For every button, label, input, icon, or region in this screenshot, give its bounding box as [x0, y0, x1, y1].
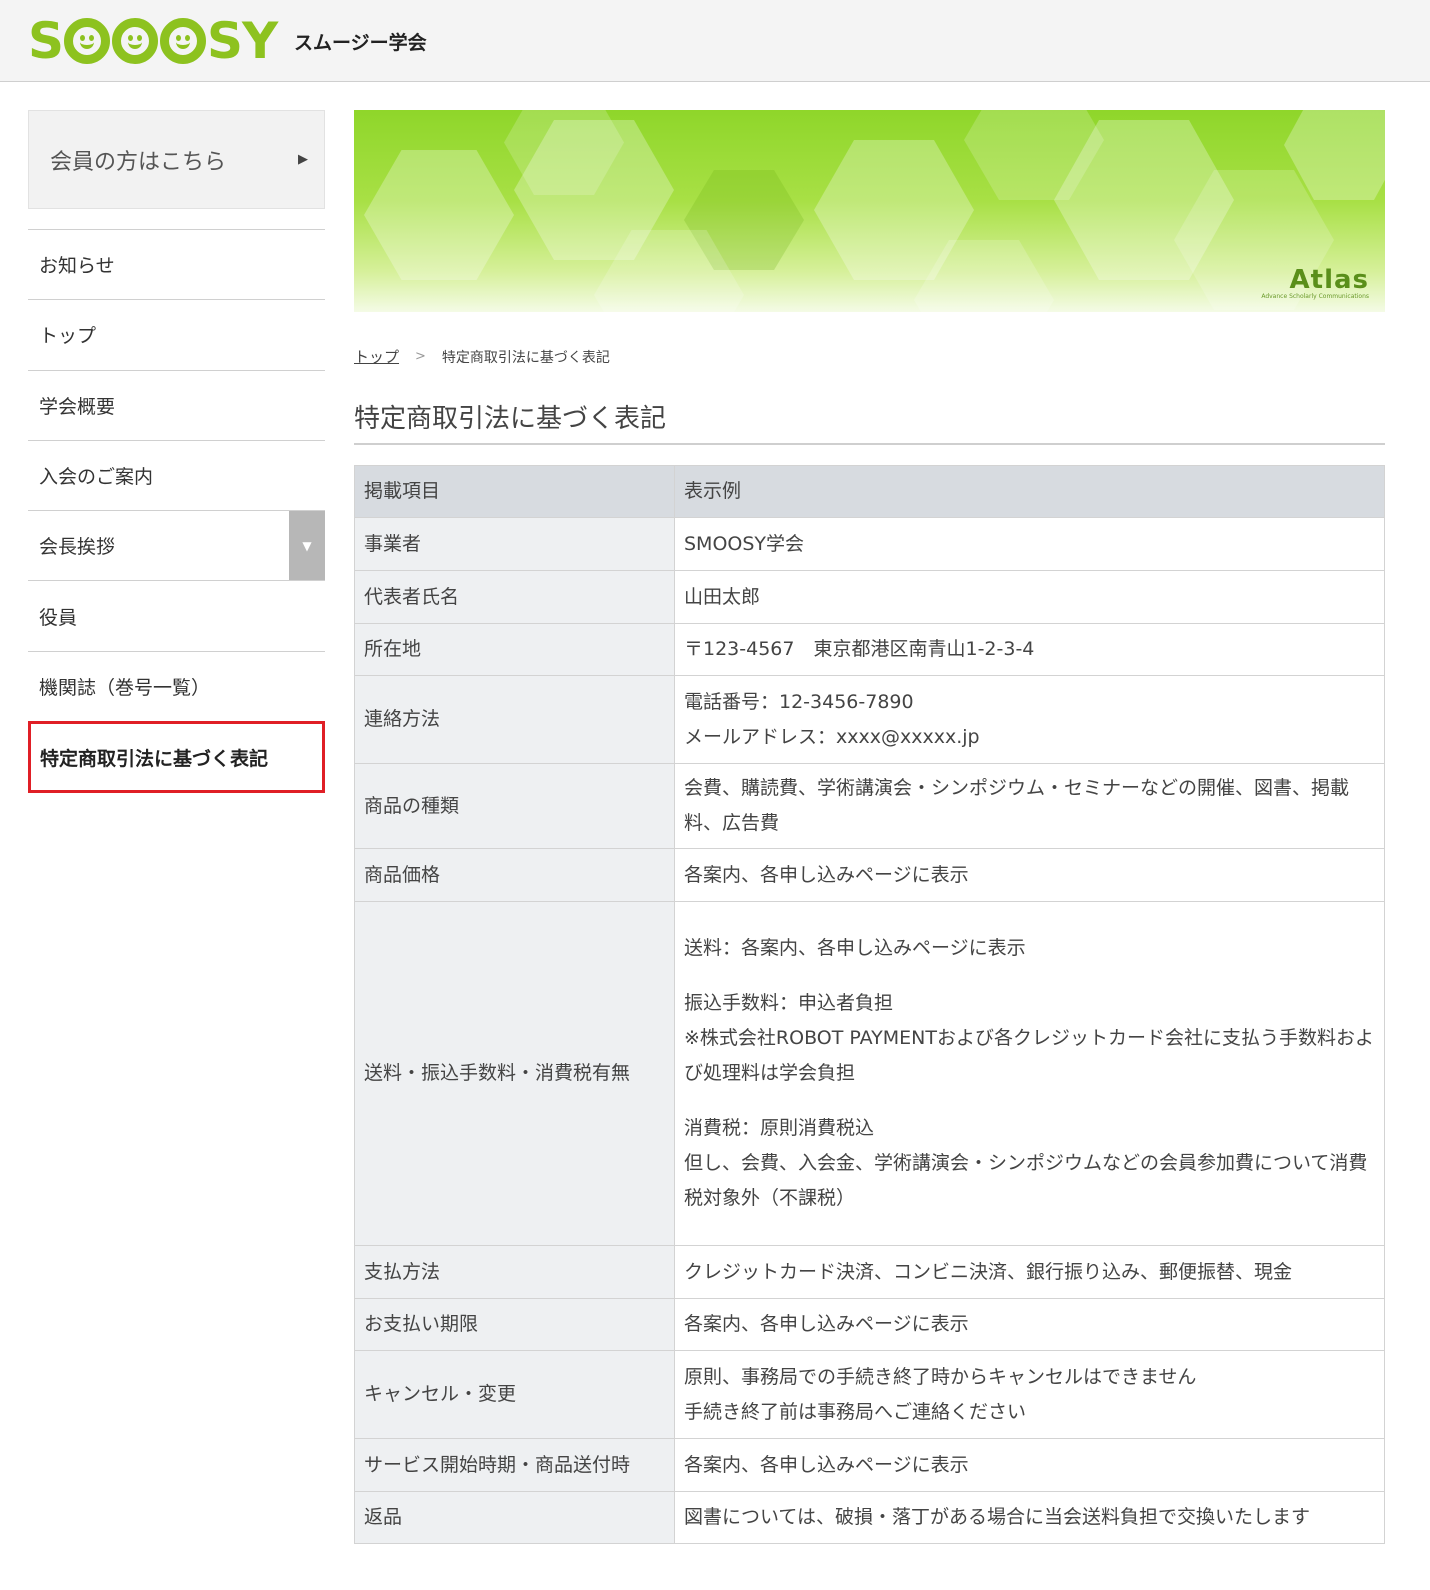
sidebar-item-top[interactable]: トップ: [28, 300, 325, 371]
row-value-line: 図書については、破損・落丁がある場合に当会送料負担で交換いたします: [684, 1506, 1311, 1528]
site-name[interactable]: スムージー学会: [294, 28, 427, 55]
sidebar-item-label: 会長挨拶: [39, 536, 116, 559]
table-header-cell: 表示例: [674, 465, 1385, 518]
row-value: クレジットカード決済、コンビニ決済、銀行振り込み、郵便振替、現金: [674, 1245, 1385, 1299]
table-row: 返品 図書については、破損・落丁がある場合に当会送料負担で交換いたします: [354, 1491, 1385, 1544]
row-value-line: 送料：各案内、各申し込みページに表示: [684, 937, 1026, 959]
sidebar-item-label: 機関誌（巻号一覧）: [39, 676, 211, 699]
sidebar-item-about[interactable]: 学会概要: [28, 371, 325, 441]
table-header-cell: 掲載項目: [354, 465, 675, 518]
row-value-line: 各案内、各申し込みページに表示: [684, 1313, 969, 1335]
atlas-brand-name: Atlas: [1289, 265, 1369, 295]
row-value-line: SMOOSY学会: [684, 532, 805, 555]
chevron-right-icon: >: [415, 349, 426, 364]
sidebar-item-journal[interactable]: 機関誌（巻号一覧）: [28, 652, 325, 723]
sidebar-item-news[interactable]: お知らせ: [28, 230, 325, 301]
row-value-line: 電話番号：12-3456-7890: [684, 690, 914, 713]
sidebar-item-label: トップ: [39, 325, 97, 348]
page-title: 特定商取引法に基づく表記: [354, 398, 1385, 445]
logo-letters-sy: SY: [207, 12, 278, 70]
row-value-line: 各案内、各申し込みページに表示: [684, 863, 969, 886]
row-key: 商品の種類: [354, 763, 675, 849]
row-value-line: 手続き終了前は事務局へご連絡ください: [684, 1400, 1027, 1423]
table-row: 送料・振込手数料・消費税有無 送料：各案内、各申し込みページに表示 振込手数料：…: [354, 901, 1385, 1246]
row-key: 支払方法: [354, 1245, 675, 1299]
breadcrumb: トップ > 特定商取引法に基づく表記: [354, 346, 610, 367]
sidebar-item-officers[interactable]: 役員: [28, 581, 325, 652]
row-value: 電話番号：12-3456-7890 メールアドレス：xxxx@xxxxx.jp: [674, 675, 1385, 764]
row-value-line: 山田太郎: [684, 585, 761, 608]
row-key: 代表者氏名: [354, 570, 675, 624]
row-value: 〒123-4567 東京都港区南青山1-2-3-4: [674, 623, 1385, 676]
row-value: 送料：各案内、各申し込みページに表示 振込手数料：申込者負担 ※株式会社ROBO…: [674, 901, 1385, 1246]
table-row: 支払方法 クレジットカード決済、コンビニ決済、銀行振り込み、郵便振替、現金: [354, 1245, 1385, 1299]
table-row: 商品価格 各案内、各申し込みページに表示: [354, 848, 1385, 902]
row-value-line: 消費税：原則消費税込: [684, 1117, 875, 1139]
sidebar-item-label: 特定商取引法に基づく表記: [40, 747, 269, 770]
sidebar-item-commercial-law[interactable]: 特定商取引法に基づく表記: [28, 721, 325, 794]
sidebar-item-label: 入会のご案内: [39, 466, 154, 489]
site-header: S SY スムージー学会: [0, 0, 1430, 82]
commercial-law-table: 掲載項目 表示例 事業者 SMOOSY学会 代表者氏名 山田太郎 所在地 〒12…: [354, 465, 1385, 1544]
atlas-brand-tagline: Advance Scholarly Communications: [1261, 293, 1369, 300]
hero-banner: Atlas Advance Scholarly Communications: [354, 110, 1385, 312]
member-login-button[interactable]: 会員の方はこちら ▶: [28, 110, 325, 209]
row-value: 原則、事務局での手続き終了時からキャンセルはできません 手続き終了前は事務局へご…: [674, 1350, 1385, 1439]
breadcrumb-current: 特定商取引法に基づく表記: [441, 349, 610, 366]
breadcrumb-home-link[interactable]: トップ: [354, 346, 399, 367]
sidebar-item-membership[interactable]: 入会のご案内: [28, 441, 325, 512]
row-value-line: 会費、購読費、学術講演会・シンポジウム・セミナーなどの開催、図書、掲載料、広告費: [684, 777, 1350, 834]
row-value: SMOOSY学会: [674, 517, 1385, 571]
table-row: キャンセル・変更 原則、事務局での手続き終了時からキャンセルはできません 手続き…: [354, 1350, 1385, 1439]
row-key: 商品価格: [354, 848, 675, 902]
row-value-line: ※株式会社ROBOT PAYMENTおよび各クレジットカード会社に支払う手数料お…: [684, 1027, 1374, 1084]
table-row: 商品の種類 会費、購読費、学術講演会・シンポジウム・セミナーなどの開催、図書、掲…: [354, 763, 1385, 849]
row-key: 返品: [354, 1491, 675, 1544]
logo-smiley-o-icon: [112, 18, 159, 64]
banner-hexagon: [364, 150, 514, 280]
row-key: 事業者: [354, 517, 675, 571]
row-value: 会費、購読費、学術講演会・シンポジウム・セミナーなどの開催、図書、掲載料、広告費: [674, 763, 1385, 849]
logo-smiley-o-icon: [64, 18, 111, 64]
row-key: お支払い期限: [354, 1298, 675, 1351]
row-value-line: 但し、会費、入会金、学術講演会・シンポジウムなどの会員参加費について消費税対象外…: [684, 1152, 1368, 1209]
logo-smiley-o-icon: [160, 18, 207, 64]
smoosy-logo[interactable]: S SY: [28, 12, 278, 70]
row-value: 図書については、破損・落丁がある場合に当会送料負担で交換いたします: [674, 1491, 1385, 1544]
row-key: 所在地: [354, 623, 675, 676]
row-value-line: 各案内、各申し込みページに表示: [684, 1453, 969, 1476]
table-row: 事業者 SMOOSY学会: [354, 517, 1385, 571]
row-value-line: メールアドレス：xxxx@xxxxx.jp: [684, 725, 980, 748]
sidebar-item-president-greeting[interactable]: 会長挨拶 ▼: [28, 511, 325, 582]
row-value-line: クレジットカード決済、コンビニ決済、銀行振り込み、郵便振替、現金: [684, 1260, 1293, 1283]
table-row: お支払い期限 各案内、各申し込みページに表示: [354, 1298, 1385, 1351]
row-value: 各案内、各申し込みページに表示: [674, 848, 1385, 902]
logo-letter-s: S: [28, 12, 64, 70]
member-login-label: 会員の方はこちら: [50, 149, 227, 175]
row-key: サービス開始時期・商品送付時: [354, 1438, 675, 1492]
sidebar: 会員の方はこちら ▶ お知らせ トップ 学会概要 入会のご案内 会長挨拶 ▼ 役…: [28, 110, 325, 794]
row-value: 山田太郎: [674, 570, 1385, 624]
row-key: 連絡方法: [354, 675, 675, 764]
row-value-line: 〒123-4567 東京都港区南青山1-2-3-4: [684, 638, 1035, 660]
logo-wordmark: S SY: [28, 12, 278, 70]
sidebar-item-label: お知らせ: [39, 255, 115, 278]
sidebar-nav: お知らせ トップ 学会概要 入会のご案内 会長挨拶 ▼ 役員 機関誌（巻号一覧）…: [28, 229, 325, 794]
table-row: サービス開始時期・商品送付時 各案内、各申し込みページに表示: [354, 1438, 1385, 1492]
table-row: 所在地 〒123-4567 東京都港区南青山1-2-3-4: [354, 623, 1385, 676]
table-header-row: 掲載項目 表示例: [354, 465, 1385, 518]
row-value: 各案内、各申し込みページに表示: [674, 1298, 1385, 1351]
row-key: キャンセル・変更: [354, 1350, 675, 1439]
triangle-right-icon: ▶: [298, 152, 308, 167]
row-key: 送料・振込手数料・消費税有無: [354, 901, 675, 1246]
table-row: 連絡方法 電話番号：12-3456-7890 メールアドレス：xxxx@xxxx…: [354, 675, 1385, 764]
row-value-line: 原則、事務局での手続き終了時からキャンセルはできません: [684, 1365, 1197, 1388]
row-value: 各案内、各申し込みページに表示: [674, 1438, 1385, 1492]
atlas-logo: Atlas Advance Scholarly Communications: [1261, 267, 1369, 300]
sidebar-item-label: 学会概要: [39, 395, 116, 418]
sidebar-item-label: 役員: [39, 606, 78, 629]
chevron-down-icon[interactable]: ▼: [289, 511, 325, 581]
row-value-line: 振込手数料：申込者負担: [684, 992, 894, 1014]
table-row: 代表者氏名 山田太郎: [354, 570, 1385, 624]
